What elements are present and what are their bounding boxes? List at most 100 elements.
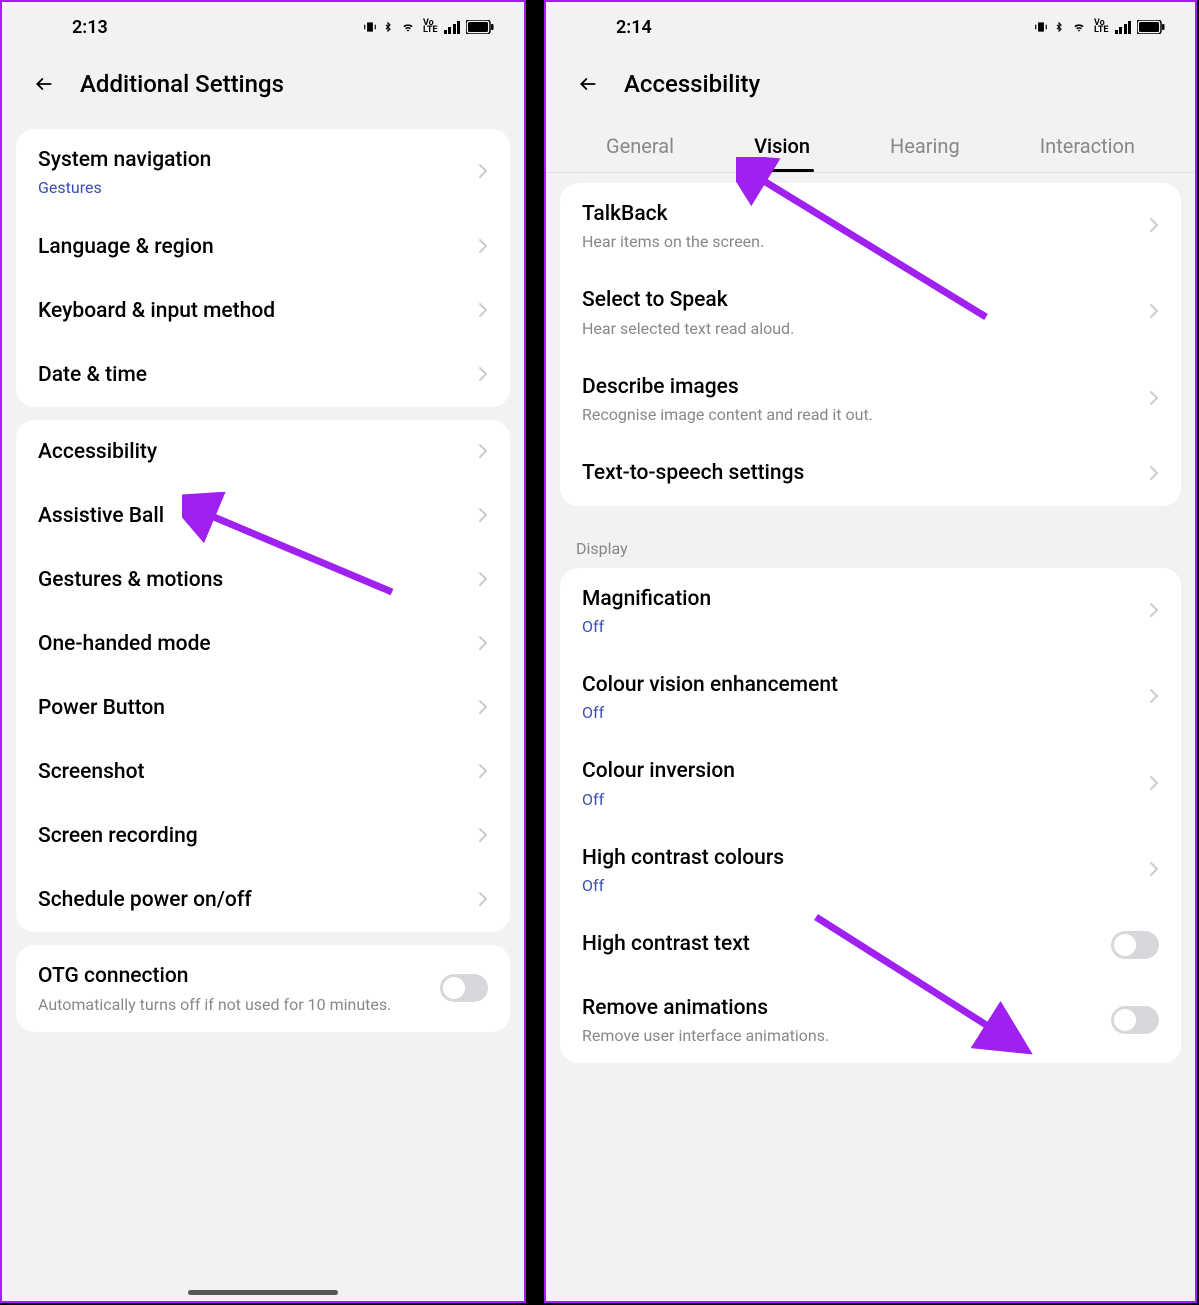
chevron-right-icon (478, 160, 488, 184)
wifi-icon (1070, 20, 1088, 34)
row-title: Colour inversion (582, 758, 1139, 785)
chevron-right-icon (478, 632, 488, 656)
row-assistive-ball[interactable]: Assistive Ball (16, 484, 510, 548)
row-text-to-speech-settings[interactable]: Text-to-speech settings (560, 442, 1181, 506)
row-language-region[interactable]: Language & region (16, 215, 510, 279)
wifi-icon (399, 20, 417, 34)
row-colour-vision-enhancement[interactable]: Colour vision enhancementOff (560, 654, 1181, 740)
chevron-right-icon (1149, 300, 1159, 324)
row-high-contrast-text[interactable]: High contrast text (560, 913, 1181, 977)
row-describe-images[interactable]: Describe images Recognise image content a… (560, 356, 1181, 442)
page-title: Additional Settings (80, 70, 284, 98)
row-title: High contrast text (582, 931, 1111, 958)
chevron-right-icon (1149, 462, 1159, 486)
row-subtitle: Hear selected text read aloud. (582, 319, 1139, 338)
row-subtitle: Hear items on the screen. (582, 232, 1139, 251)
row-power-button[interactable]: Power Button (16, 676, 510, 740)
tab-interaction[interactable]: Interaction (1036, 124, 1139, 172)
page-title: Accessibility (624, 70, 760, 98)
vibrate-icon (363, 20, 377, 34)
settings-group-3: OTG connection Automatically turns off if… (16, 945, 510, 1031)
row-subtitle: Recognise image content and read it out. (582, 405, 1139, 424)
row-schedule-power-on-off[interactable]: Schedule power on/off (16, 868, 510, 932)
row-subtitle: Off (582, 876, 1139, 895)
back-button[interactable] (574, 74, 602, 94)
status-time: 2:14 (616, 17, 652, 38)
signal-icon (444, 20, 461, 34)
chevron-right-icon (478, 440, 488, 464)
row-title: TalkBack (582, 201, 1139, 228)
row-otg-connection[interactable]: OTG connection Automatically turns off if… (16, 945, 510, 1031)
status-time: 2:13 (72, 17, 108, 38)
header: Additional Settings (2, 52, 524, 116)
row-gestures-motions[interactable]: Gestures & motions (16, 548, 510, 612)
row-date-time[interactable]: Date & time (16, 343, 510, 407)
tab-general[interactable]: General (602, 124, 678, 172)
row-screenshot[interactable]: Screenshot (16, 740, 510, 804)
vibrate-icon (1034, 20, 1048, 34)
settings-group-2: Accessibility Assistive Ball Gestures & mo… (16, 420, 510, 932)
chevron-right-icon (1149, 772, 1159, 796)
row-high-contrast-colours[interactable]: High contrast colours Off (560, 827, 1181, 913)
status-icons: VoLTE (363, 20, 494, 34)
chevron-right-icon (478, 504, 488, 528)
chevron-right-icon (478, 760, 488, 784)
toggle-otg-connection[interactable] (440, 974, 488, 1002)
row-magnification[interactable]: Magnification Off (560, 568, 1181, 654)
screenshot-divider (526, 0, 544, 1305)
chevron-right-icon (1149, 599, 1159, 623)
row-select-to-speak[interactable]: Select to Speak Hear selected text read a… (560, 269, 1181, 355)
row-title: Language & region (38, 234, 468, 261)
status-bar: 2:13 VoLTE (2, 2, 524, 52)
row-subtitle: Gestures (38, 178, 468, 197)
row-subtitle: Off (582, 617, 1139, 636)
toggle-high-contrast-text[interactable] (1111, 931, 1159, 959)
row-title: Accessibility (38, 439, 468, 466)
row-title: One-handed mode (38, 631, 468, 658)
row-screen-recording[interactable]: Screen recording (16, 804, 510, 868)
row-title: Screen recording (38, 823, 468, 850)
row-title: Magnification (582, 586, 1139, 613)
phone-left: 2:13 VoLTE Additional Settings System na… (0, 0, 526, 1303)
row-title: Text-to-speech settings (582, 460, 1139, 487)
tab-hearing[interactable]: Hearing (886, 124, 964, 172)
row-title: System navigation (38, 147, 468, 174)
row-title: Describe images (582, 374, 1139, 401)
row-title: Date & time (38, 362, 468, 389)
row-one-handed-mode[interactable]: One-handed mode (16, 612, 510, 676)
chevron-right-icon (478, 888, 488, 912)
row-accessibility[interactable]: Accessibility (16, 420, 510, 484)
row-remove-animations[interactable]: Remove animationsRemove user interface a… (560, 977, 1181, 1063)
tab-vision[interactable]: Vision (750, 124, 814, 172)
row-subtitle: Remove user interface animations. (582, 1026, 1111, 1045)
signal-icon (1115, 20, 1132, 34)
back-button[interactable] (30, 74, 58, 94)
row-colour-inversion[interactable]: Colour inversionOff (560, 740, 1181, 826)
status-bar: 2:14 VoLTE (546, 2, 1195, 52)
row-title: Assistive Ball (38, 503, 468, 530)
row-title: Screenshot (38, 759, 468, 786)
row-title: OTG connection (38, 963, 440, 990)
vision-group-2: MagnificationOffColour vision enhancemen… (560, 568, 1181, 1063)
row-subtitle: Off (582, 703, 1139, 722)
settings-group-1: System navigation Gestures Language & regi… (16, 129, 510, 407)
chevron-right-icon (478, 696, 488, 720)
home-indicator[interactable] (188, 1290, 338, 1295)
volte-icon: VoLTE (423, 20, 438, 34)
toggle-remove-animations[interactable] (1111, 1006, 1159, 1034)
row-title: Schedule power on/off (38, 887, 468, 914)
row-title: High contrast colours (582, 845, 1139, 872)
row-talkback[interactable]: TalkBack Hear items on the screen. (560, 183, 1181, 269)
chevron-right-icon (1149, 858, 1159, 882)
header: Accessibility (546, 52, 1195, 116)
chevron-right-icon (478, 235, 488, 259)
row-title: Power Button (38, 695, 468, 722)
chevron-right-icon (478, 363, 488, 387)
row-subtitle: Automatically turns off if not used for … (38, 995, 440, 1014)
chevron-right-icon (1149, 387, 1159, 411)
vision-group-1: TalkBack Hear items on the screen. Select … (560, 183, 1181, 506)
chevron-right-icon (478, 824, 488, 848)
row-keyboard-input-method[interactable]: Keyboard & input method (16, 279, 510, 343)
row-title: Select to Speak (582, 287, 1139, 314)
row-system-navigation[interactable]: System navigation Gestures (16, 129, 510, 215)
